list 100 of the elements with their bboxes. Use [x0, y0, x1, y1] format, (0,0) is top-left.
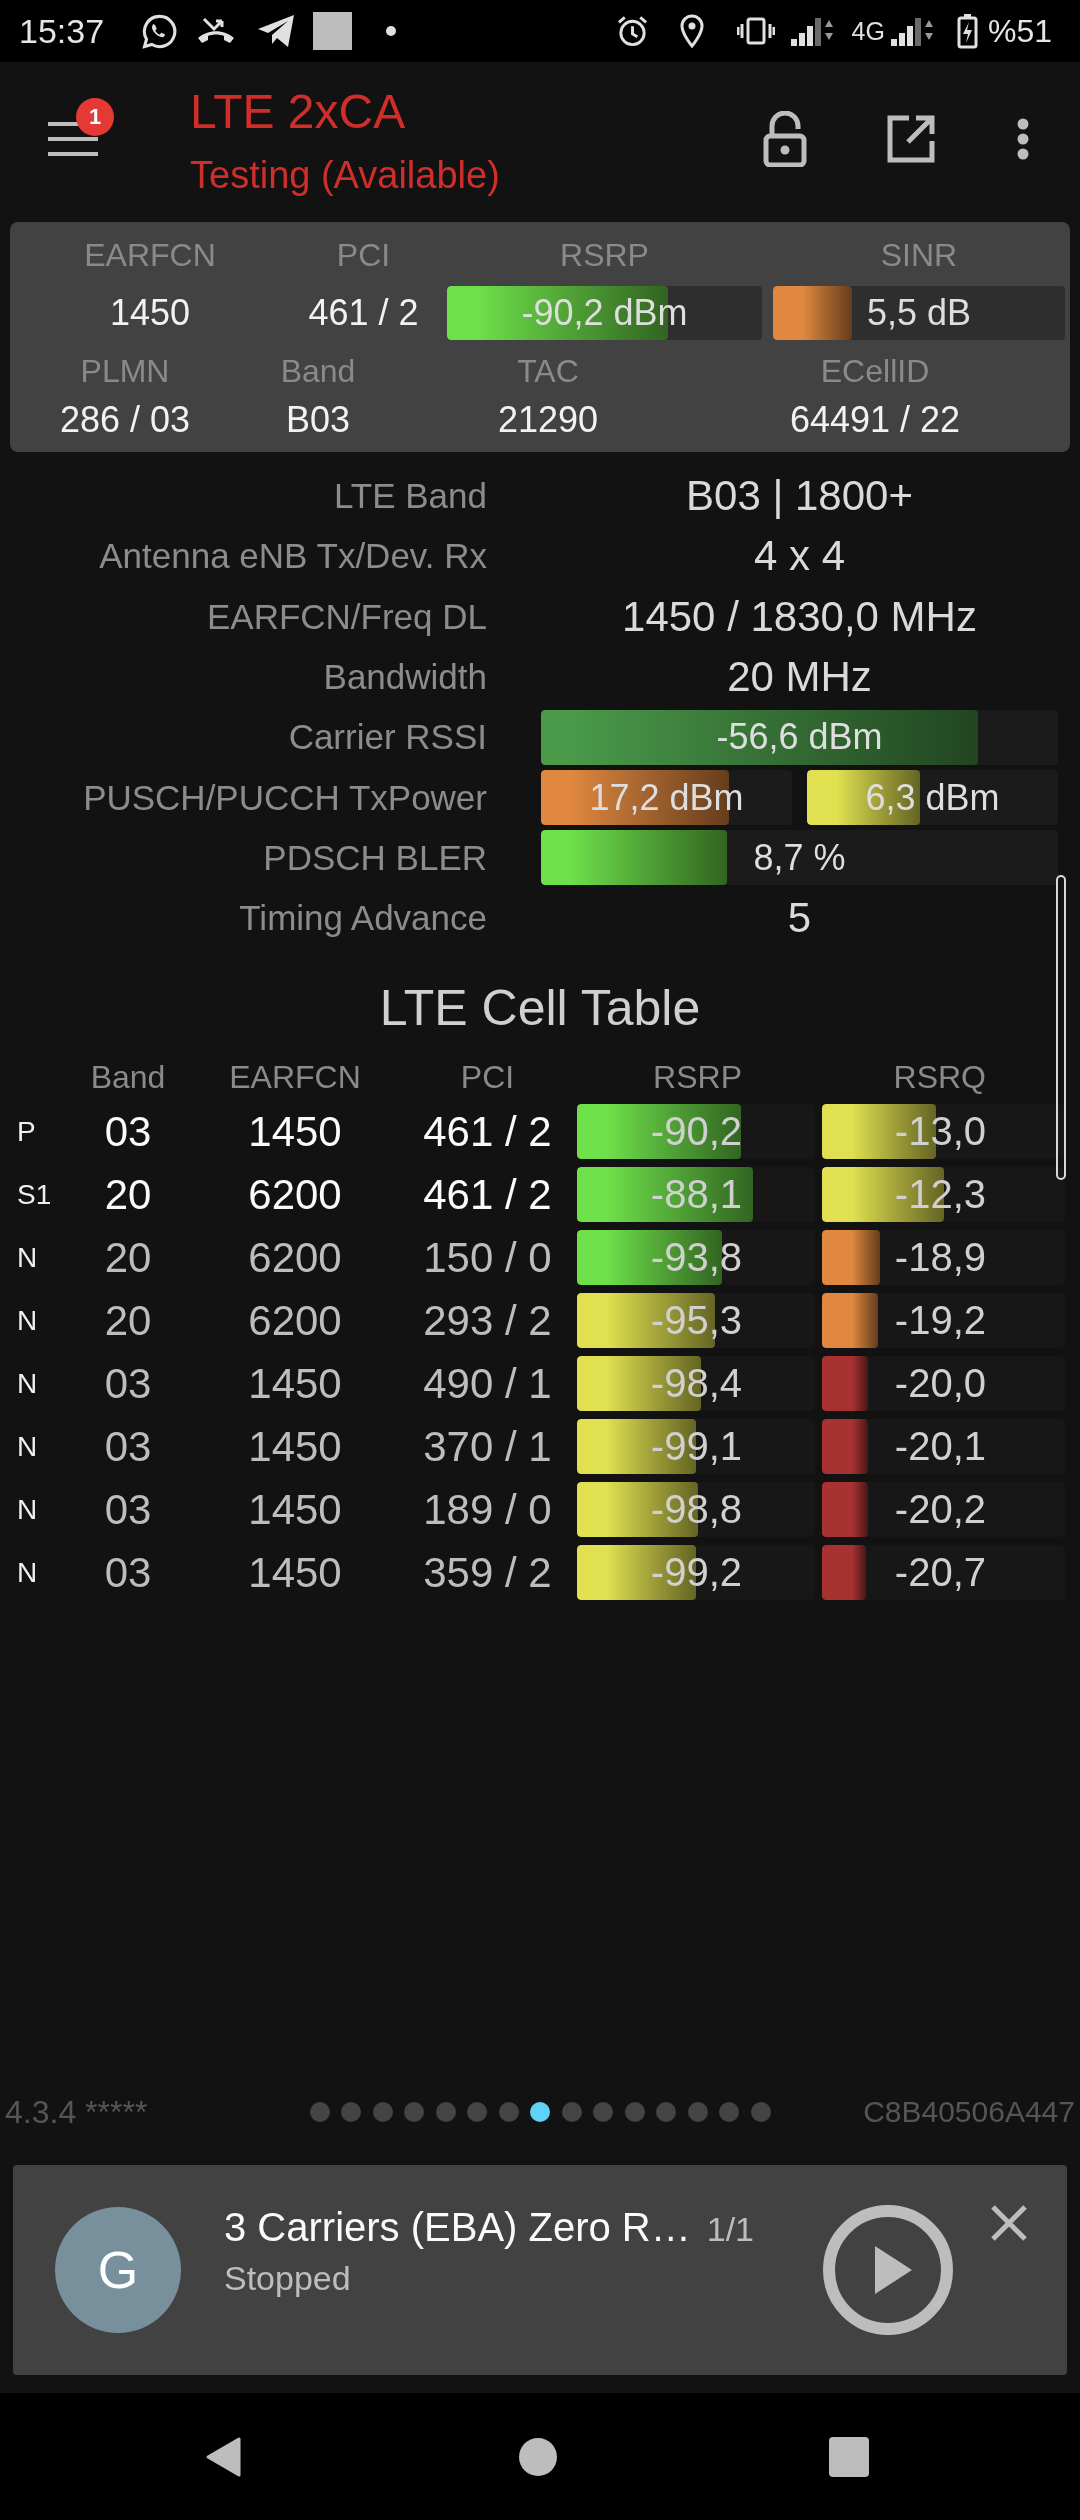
field-label: PLMN — [80, 352, 170, 391]
vibrate-icon — [736, 17, 775, 45]
page-indicator-dot[interactable] — [593, 2102, 613, 2122]
table-cell: 461 / 2 — [423, 1170, 552, 1219]
field-value: 286 / 03 — [59, 398, 191, 442]
notification-badge: 1 — [76, 97, 114, 136]
detail-value: 5 — [787, 894, 812, 943]
cell-type-label: N — [17, 1241, 38, 1274]
table-cell: 150 / 0 — [423, 1233, 552, 1282]
table-cell: 1450 — [248, 1485, 342, 1534]
level-bar-reading: 6,3 dBm — [865, 776, 1000, 819]
app-version: 4.3.4 ***** — [5, 2093, 148, 2131]
level-bar-reading: -12,3 — [894, 1172, 986, 1218]
notification-counter: 1/1 — [706, 2210, 754, 2249]
page-indicator-dot[interactable] — [719, 2102, 739, 2122]
page-indicator-dot[interactable] — [750, 2102, 771, 2122]
cell-type-label: N — [17, 1493, 38, 1526]
level-bar-reading: -98,8 — [650, 1487, 742, 1533]
page-indicator-dot[interactable] — [341, 2102, 361, 2122]
field-label: EARFCN — [84, 236, 216, 275]
page-indicator-dot[interactable] — [687, 2102, 708, 2122]
page-indicator-dot[interactable] — [309, 2102, 330, 2122]
page-indicator-dot[interactable] — [530, 2102, 550, 2122]
table-cell: 6200 — [248, 1233, 342, 1282]
cell-type-label: N — [17, 1304, 38, 1337]
recent-apps-icon[interactable] — [829, 2436, 869, 2477]
notification-title: 3 Carriers (EBA) Zero R… — [224, 2204, 691, 2251]
field-value: 21290 — [497, 398, 599, 442]
table-cell: 1450 — [248, 1548, 342, 1597]
field-label: RSRP — [560, 236, 649, 275]
play-icon[interactable] — [823, 2205, 953, 2335]
back-icon[interactable] — [205, 2435, 241, 2478]
detail-label: Bandwidth — [323, 657, 487, 698]
level-bar-reading: -19,2 — [894, 1298, 986, 1344]
notification-status: Stopped — [224, 2258, 351, 2299]
table-cell: 20 — [104, 1170, 152, 1219]
field-value: 461 / 2 — [308, 291, 419, 335]
detail-label: LTE Band — [333, 476, 487, 517]
level-bar-reading: -99,1 — [650, 1424, 742, 1470]
table-cell: 20 — [104, 1296, 152, 1345]
table-title: LTE Cell Table — [379, 979, 701, 1039]
page-indicator-dot[interactable] — [467, 2102, 487, 2122]
page-subtitle: Testing (Available) — [190, 153, 500, 198]
table-cell: 03 — [104, 1359, 152, 1408]
page-indicator-dot[interactable] — [624, 2102, 645, 2122]
table-cell: 461 / 2 — [423, 1107, 552, 1156]
device-id: C8B40506A447 — [863, 2095, 1075, 2129]
level-bar-reading: -56,6 dBm — [716, 716, 883, 759]
table-cell: 1450 — [248, 1422, 342, 1471]
detail-value: 1450 / 1830,0 MHz — [622, 592, 977, 641]
field-label: PCI — [336, 236, 391, 275]
level-bar-reading: 17,2 dBm — [589, 776, 744, 819]
field-label: TAC — [517, 352, 579, 391]
field-value: B03 — [285, 398, 351, 442]
column-header: PCI — [460, 1058, 515, 1096]
table-cell: 1450 — [248, 1359, 342, 1408]
table-cell: 6200 — [248, 1296, 342, 1345]
page-indicator-dot[interactable] — [561, 2102, 582, 2122]
column-header: RSRQ — [893, 1058, 986, 1096]
field-value: 64491 / 22 — [789, 398, 961, 442]
level-bar-reading: -18,9 — [894, 1235, 986, 1281]
level-bar-reading: 8,7 % — [753, 836, 846, 879]
level-bar-reading: -90,2 — [650, 1109, 742, 1155]
page-indicator-dot[interactable] — [372, 2102, 393, 2122]
table-cell: 359 / 2 — [423, 1548, 552, 1597]
table-cell: 20 — [104, 1233, 152, 1282]
field-value: 1450 — [109, 291, 191, 335]
detail-value: B03 | 1800+ — [686, 472, 913, 521]
column-header: Band — [90, 1058, 166, 1096]
table-cell: 293 / 2 — [423, 1296, 552, 1345]
detail-value: 20 MHz — [727, 653, 872, 702]
cell-type-label: P — [17, 1115, 36, 1148]
signal-strength-icon — [790, 15, 835, 47]
page-indicator-dot[interactable] — [404, 2102, 424, 2122]
field-label: ECellID — [820, 352, 930, 391]
external-link-icon[interactable] — [887, 114, 935, 163]
level-bar-reading: -20,7 — [894, 1550, 986, 1596]
level-bar-reading: -88,1 — [650, 1172, 742, 1218]
signal-strength-icon — [890, 15, 935, 47]
battery-level: %51 — [987, 12, 1052, 50]
table-cell: 490 / 1 — [423, 1359, 552, 1408]
close-icon[interactable] — [990, 2204, 1028, 2242]
table-cell: 370 / 1 — [423, 1422, 552, 1471]
alarm-clock-icon — [615, 14, 649, 48]
table-cell: 03 — [104, 1107, 152, 1156]
detail-label: PUSCH/PUCCH TxPower — [83, 777, 487, 818]
table-cell: 1450 — [248, 1107, 342, 1156]
level-bar-reading: -20,1 — [894, 1424, 986, 1470]
battery-charging-icon — [956, 13, 978, 49]
home-icon[interactable] — [519, 2437, 557, 2476]
page-indicator-dot[interactable] — [656, 2102, 676, 2122]
cell-type-label: N — [17, 1367, 38, 1400]
detail-label: PDSCH BLER — [263, 837, 487, 878]
page-indicator-dot[interactable] — [435, 2102, 456, 2122]
detail-label: Timing Advance — [239, 898, 487, 939]
more-options-icon[interactable] — [1017, 117, 1029, 160]
table-cell: 03 — [104, 1548, 152, 1597]
page-indicator-dot[interactable] — [498, 2102, 519, 2122]
unlocked-padlock-icon[interactable] — [763, 110, 807, 167]
page-title: LTE 2xCA — [190, 84, 406, 140]
